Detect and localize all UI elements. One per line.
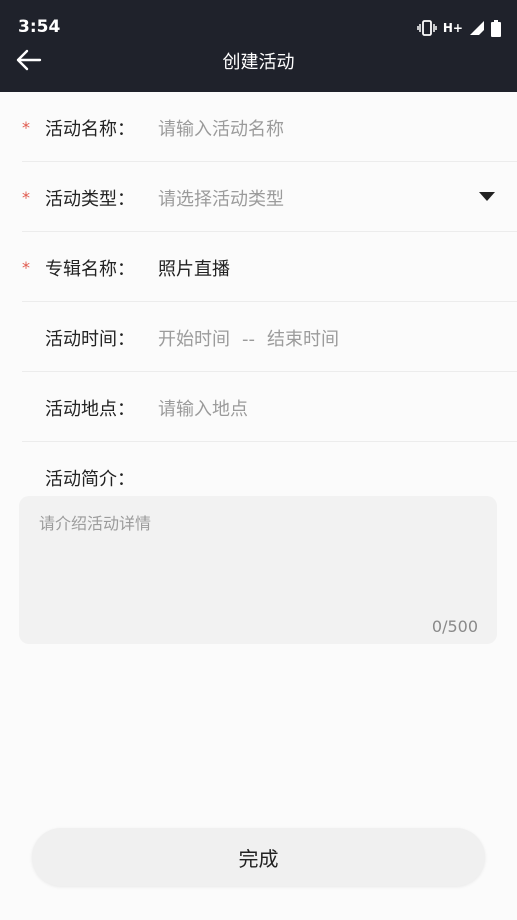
activity-intro-label: 活动简介： xyxy=(45,469,135,490)
activity-name-row: * 活动名称： 请输入活动名称 xyxy=(22,92,517,162)
album-name-value[interactable]: 照片直播 xyxy=(158,255,230,281)
page-title: 创建活动 xyxy=(222,52,295,73)
network-type: H+ xyxy=(442,21,463,35)
done-button[interactable]: 完成 xyxy=(32,828,485,886)
status-time: 3:54 xyxy=(18,17,61,37)
activity-type-select[interactable]: 请选择活动类型 xyxy=(158,185,284,211)
vibrate-icon xyxy=(417,20,437,36)
activity-time-row: 活动时间： 开始时间 -- 结束时间 xyxy=(22,302,517,372)
required-mark: * xyxy=(22,188,30,207)
create-activity-form: * 活动名称： 请输入活动名称 * 活动类型： 请选择活动类型 * 专辑名称： … xyxy=(0,92,517,496)
activity-time-range: 开始时间 -- 结束时间 xyxy=(158,325,339,351)
intro-placeholder: 请介绍活动详情 xyxy=(39,514,152,533)
activity-intro-textarea[interactable]: 请介绍活动详情 0/500 xyxy=(19,496,497,644)
activity-location-input[interactable]: 请输入地点 xyxy=(158,395,248,421)
end-time-picker[interactable]: 结束时间 xyxy=(267,329,339,350)
start-time-picker[interactable]: 开始时间 xyxy=(158,329,230,350)
app-header: 3:54 H+ 创建活动 xyxy=(0,0,517,92)
activity-type-label: 活动类型： xyxy=(45,189,135,210)
activity-intro-row: 活动简介： xyxy=(22,442,517,496)
char-counter: 0/500 xyxy=(431,617,478,636)
time-separator: -- xyxy=(242,329,255,350)
activity-type-row[interactable]: * 活动类型： 请选择活动类型 xyxy=(22,162,517,232)
activity-location-row: 活动地点： 请输入地点 xyxy=(22,372,517,442)
album-name-row: * 专辑名称： 照片直播 xyxy=(22,232,517,302)
required-mark: * xyxy=(22,118,30,137)
caret-down-icon[interactable] xyxy=(479,192,495,201)
activity-time-label: 活动时间： xyxy=(45,329,135,350)
required-mark: * xyxy=(22,258,30,277)
activity-name-input[interactable]: 请输入活动名称 xyxy=(158,115,284,141)
signal-icon xyxy=(470,21,484,35)
battery-icon xyxy=(491,19,501,37)
status-icons: H+ xyxy=(417,18,501,38)
activity-name-label: 活动名称： xyxy=(45,119,135,140)
album-name-label: 专辑名称： xyxy=(45,259,135,280)
activity-location-label: 活动地点： xyxy=(45,399,135,420)
